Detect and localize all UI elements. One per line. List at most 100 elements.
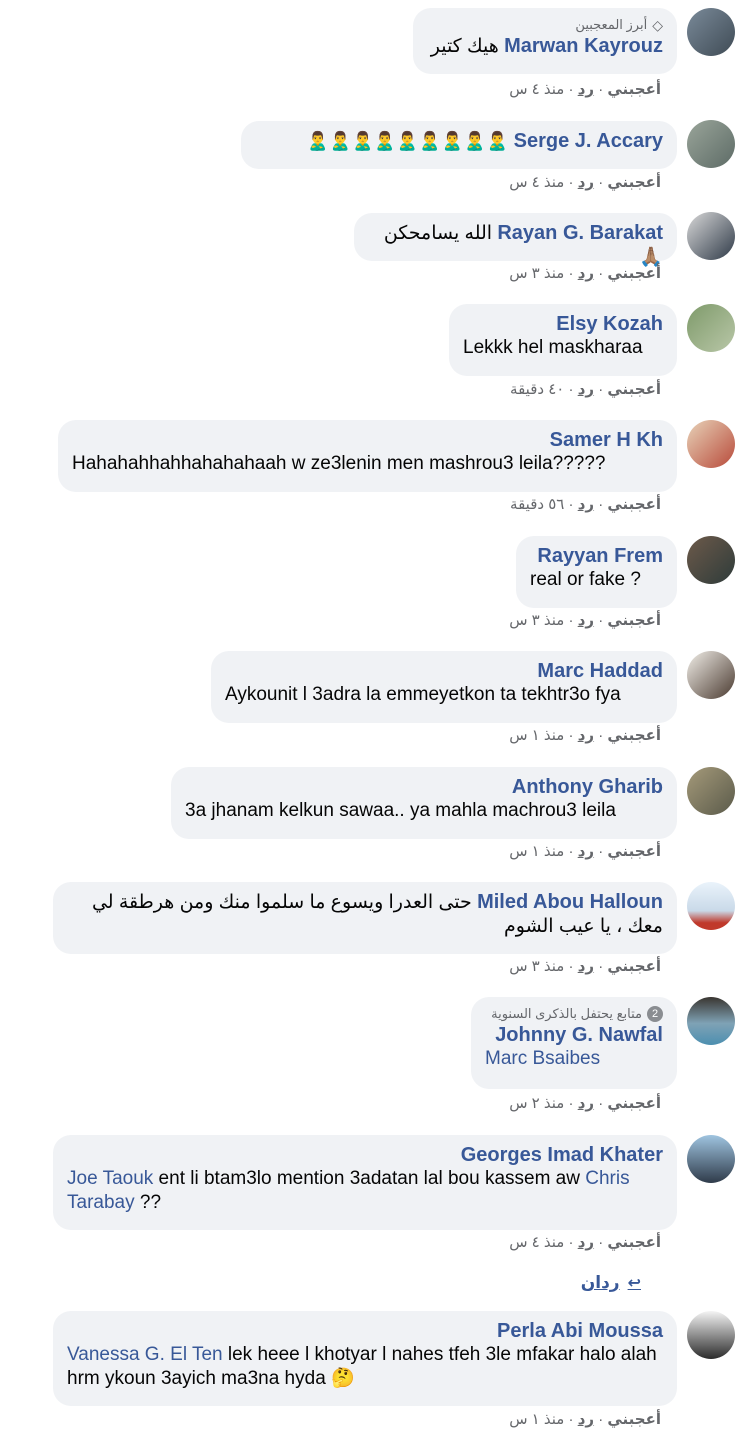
comment-bubble: Rayyan Frem real or fake ? [516, 536, 677, 608]
like-button[interactable]: أعجبني [607, 1095, 661, 1112]
timestamp[interactable]: منذ ٤ س [509, 1234, 564, 1251]
comment-actions: أعجبني · رد · منذ ٤ س [509, 81, 661, 98]
avatar[interactable] [687, 882, 735, 930]
reply-button[interactable]: رد [578, 1095, 594, 1112]
avatar[interactable] [687, 304, 735, 352]
timestamp[interactable]: منذ ٤ س [509, 81, 564, 98]
like-button[interactable]: أعجبني [607, 1411, 661, 1428]
anniversary-icon: 2 [647, 1006, 663, 1022]
comment-text: real or fake ? [530, 569, 641, 590]
comment-bubble: Anthony Gharib 3a jhanam kelkun sawaa.. … [171, 767, 677, 839]
comment-text: Joe Taouk ent li btam3lo mention 3adatan… [67, 1168, 630, 1213]
reply-button[interactable]: رد [578, 958, 594, 975]
author-name[interactable]: Elsy Kozah [463, 312, 663, 336]
reply-button[interactable]: رد [578, 612, 594, 629]
like-button[interactable]: أعجبني [607, 265, 661, 282]
comment-text: هيك كتير [430, 36, 499, 57]
comment-actions: أعجبني · رد · منذ ١ س [509, 843, 661, 860]
reply-button[interactable]: رد [578, 727, 594, 744]
comment-actions: أعجبني · رد · منذ ٤ س [509, 1234, 661, 1251]
avatar[interactable] [687, 1311, 735, 1359]
avatar[interactable] [687, 120, 735, 168]
author-name[interactable]: Samer H Kh [72, 428, 663, 452]
timestamp[interactable]: منذ ١ س [509, 1411, 564, 1428]
comment-text: 3a jhanam kelkun sawaa.. ya mahla machro… [185, 800, 616, 821]
avatar[interactable] [687, 767, 735, 815]
avatar[interactable] [687, 8, 735, 56]
timestamp[interactable]: ٥٦ دقيقة [510, 496, 564, 513]
like-button[interactable]: أعجبني [607, 174, 661, 191]
comment-actions: أعجبني · رد · منذ ٣ س [509, 958, 661, 975]
author-name[interactable]: Marwan Kayrouz [504, 35, 663, 57]
like-button[interactable]: أعجبني [607, 612, 661, 629]
view-replies-link[interactable]: ↩ ردان [581, 1273, 641, 1293]
reply-button[interactable]: رد [578, 265, 594, 282]
author-name[interactable]: Anthony Gharib [185, 775, 663, 799]
author-name[interactable]: Rayyan Frem [530, 544, 663, 568]
anniversary-badge: 2 متابع يحتفل بالذكرى السنوية [485, 1005, 663, 1023]
like-button[interactable]: أعجبني [607, 496, 661, 513]
timestamp[interactable]: منذ ١ س [509, 843, 564, 860]
like-button[interactable]: أعجبني [607, 843, 661, 860]
timestamp[interactable]: منذ ١ س [509, 727, 564, 744]
comment-bubble: ◇ أبرز المعجبين Marwan Kayrouz هيك كتير [413, 8, 677, 74]
author-name[interactable]: Marc Haddad [225, 659, 663, 683]
comment-actions: أعجبني · رد · ٥٦ دقيقة [510, 496, 661, 513]
comment-actions: أعجبني · رد · ٤٠ دقيقة [510, 381, 661, 398]
like-button[interactable]: أعجبني [607, 1234, 661, 1251]
avatar[interactable] [687, 212, 735, 260]
avatar[interactable] [687, 651, 735, 699]
avatar[interactable] [687, 536, 735, 584]
author-name[interactable]: Johnny G. Nawfal [485, 1023, 663, 1047]
avatar[interactable] [687, 420, 735, 468]
author-name[interactable]: Georges Imad Khater [67, 1143, 663, 1167]
comment-bubble: Elsy Kozah Lekkk hel maskharaa [449, 304, 677, 376]
comment-bubble: 2 متابع يحتفل بالذكرى السنوية Johnny G. … [471, 997, 677, 1089]
comment-bubble: Marc Haddad Aykounit l 3adra la emmeyetk… [211, 651, 677, 723]
like-button[interactable]: أعجبني [607, 381, 661, 398]
reply-button[interactable]: رد [578, 381, 594, 398]
reply-button[interactable]: رد [578, 496, 594, 513]
timestamp[interactable]: منذ ٢ س [509, 1095, 564, 1112]
comment-text: Aykounit l 3adra la emmeyetkon ta tekhtr… [225, 684, 621, 705]
reply-button[interactable]: رد [578, 174, 594, 191]
avatar[interactable] [687, 1135, 735, 1183]
comment-actions: أعجبني · رد · منذ ٣ س [509, 612, 661, 629]
comment-actions: أعجبني · رد · منذ ٤ س [509, 174, 661, 191]
author-name[interactable]: Serge J. Accary [514, 130, 663, 152]
reply-button[interactable]: رد [578, 1234, 594, 1251]
like-button[interactable]: أعجبني [607, 81, 661, 98]
timestamp[interactable]: ٤٠ دقيقة [510, 381, 564, 398]
comment-text: Hahahahhahhahahahaah w ze3lenin men mash… [72, 453, 606, 474]
avatar[interactable] [687, 997, 735, 1045]
comment-text: 🙎‍♂️🙎‍♂️🙎‍♂️🙎‍♂️🙎‍♂️🙎‍♂️🙎‍♂️🙎‍♂️🙎‍♂️ [306, 131, 509, 151]
comment-text: Lekkk hel maskharaa [463, 337, 643, 358]
comment-text: Vanessa G. El Ten lek heee l khotyar l n… [67, 1344, 657, 1389]
reply-arrow-icon: ↩ [627, 1275, 641, 1292]
mention-link[interactable]: Marc Bsaibes [485, 1047, 663, 1071]
comment-actions: أعجبني · رد · منذ ١ س [509, 1411, 661, 1428]
author-name[interactable]: Rayan G. Barakat [497, 222, 663, 244]
timestamp[interactable]: منذ ٤ س [509, 174, 564, 191]
diamond-icon: ◇ [652, 17, 663, 33]
comment-actions: أعجبني · رد · منذ ٢ س [509, 1095, 661, 1112]
reply-button[interactable]: رد [578, 1411, 594, 1428]
timestamp[interactable]: منذ ٣ س [509, 958, 564, 975]
comment-actions: أعجبني · رد · منذ ١ س [509, 727, 661, 744]
comment-bubble: Serge J. Accary 🙎‍♂️🙎‍♂️🙎‍♂️🙎‍♂️🙎‍♂️🙎‍♂️… [241, 121, 677, 169]
comment-bubble: Miled Abou Halloun حتى العدرا ويسوع ما س… [53, 882, 677, 954]
author-name[interactable]: Perla Abi Moussa [67, 1319, 663, 1343]
reply-button[interactable]: رد [578, 843, 594, 860]
timestamp[interactable]: منذ ٣ س [509, 265, 564, 282]
like-button[interactable]: أعجبني [607, 958, 661, 975]
comment-bubble: Georges Imad Khater Joe Taouk ent li bta… [53, 1135, 677, 1230]
timestamp[interactable]: منذ ٣ س [509, 612, 564, 629]
comment-actions: أعجبني · رد · منذ ٣ س [509, 265, 661, 282]
comment-bubble: Samer H Kh Hahahahhahhahahahaah w ze3len… [58, 420, 677, 492]
mention-link[interactable]: Vanessa G. El Ten [67, 1344, 223, 1365]
author-name[interactable]: Miled Abou Halloun [477, 891, 663, 913]
mention-link[interactable]: Joe Taouk [67, 1168, 153, 1189]
like-button[interactable]: أعجبني [607, 727, 661, 744]
comment-bubble: Rayan G. Barakat الله يسامحكن 🙏🏽 [354, 213, 677, 268]
reply-button[interactable]: رد [578, 81, 594, 98]
